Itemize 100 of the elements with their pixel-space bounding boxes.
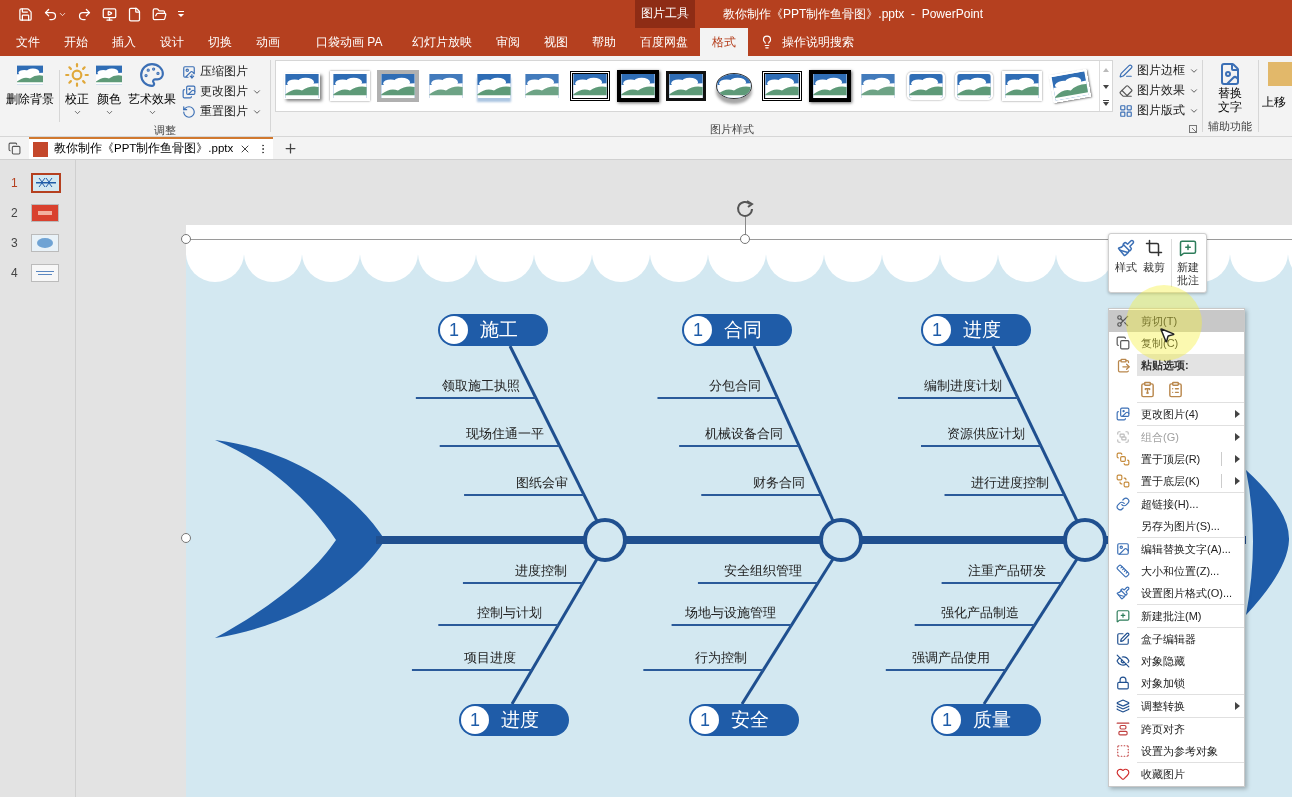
save-icon	[18, 6, 33, 22]
menu-item[interactable]: 置于底层(K)	[1109, 470, 1244, 492]
mini-toolbar-button[interactable]: 新建批注	[1171, 239, 1201, 287]
cause-label: 行为控制	[695, 649, 748, 667]
ribbon-small-button[interactable]: 更改图片	[182, 82, 263, 102]
redo-button[interactable]	[77, 6, 92, 22]
down-arrow-icon	[1102, 84, 1109, 89]
undo-button[interactable]	[43, 6, 67, 22]
layout-grid-icon	[1118, 104, 1133, 118]
cause-label: 领取施工执照	[441, 377, 520, 395]
layers-icon	[1116, 699, 1130, 713]
bring-forward-button[interactable]: 上移	[1262, 56, 1292, 136]
ribbon-tab[interactable]: 视图	[532, 28, 581, 56]
slide-thumbnail[interactable]	[31, 204, 59, 222]
cause-label: 编制进度计划	[923, 377, 1002, 395]
rotate-handle[interactable]	[735, 198, 755, 218]
menu-item[interactable]: 设置为参考对象	[1109, 740, 1244, 762]
ribbon-small-button[interactable]: 重置图片	[182, 102, 263, 122]
menu-item[interactable]: 新建批注(M)	[1109, 605, 1244, 627]
contextual-tools-label: 图片工具	[635, 0, 695, 28]
ribbon-tab[interactable]: 文件	[4, 28, 52, 56]
menu-item[interactable]: 大小和位置(Z)...	[1109, 560, 1244, 582]
new-tab-icon[interactable]	[283, 140, 299, 156]
ribbon-tab[interactable]: 口袋动画 PA	[304, 28, 395, 56]
menu-item[interactable]: 盒子编辑器	[1109, 628, 1244, 650]
slide-number: 4	[11, 265, 19, 282]
ribbon-tab[interactable]: 插入	[100, 28, 148, 56]
copy-icon	[1116, 336, 1130, 350]
resize-handle[interactable]	[181, 533, 191, 543]
link-icon	[1116, 497, 1130, 511]
ribbon-tab[interactable]: 百度网盘	[628, 28, 701, 56]
slide-thumbnail[interactable]	[31, 173, 61, 193]
ribbon-tab[interactable]: 切换	[196, 28, 244, 56]
alt-text-button[interactable]: 替换文字	[1217, 56, 1244, 118]
document-name: 教你制作《PPT制作鱼骨图》.pptx	[54, 141, 234, 157]
open-button[interactable]	[152, 6, 167, 22]
menu-item[interactable]: 对象加锁	[1109, 672, 1244, 694]
menu-item[interactable]: 跨页对齐	[1109, 718, 1244, 740]
cause-label: 项目进度	[463, 649, 516, 667]
image-icon	[1116, 542, 1130, 556]
menu-item[interactable]: 编辑替换文字(A)...	[1109, 538, 1244, 560]
slide-preview-icon	[32, 205, 58, 221]
customize-icon	[177, 10, 185, 18]
category-title: 质量	[973, 707, 1011, 732]
caret-icon	[252, 107, 263, 117]
ribbon-big-button[interactable]: 艺术效果	[128, 62, 177, 118]
ruler-icon	[1116, 564, 1130, 578]
ribbon-small-button[interactable]: 图片边框	[1118, 61, 1199, 81]
ribbon-tab[interactable]: 帮助	[580, 28, 629, 56]
menu-item[interactable]: 调整转换	[1109, 695, 1244, 717]
new-file-button[interactable]	[127, 6, 142, 22]
resize-handle[interactable]	[181, 234, 191, 244]
ribbon-tab[interactable]: 开始	[52, 28, 100, 56]
comment-plus-icon	[1179, 239, 1198, 257]
cause-label: 进度控制	[514, 562, 567, 580]
category-title: 安全	[731, 707, 769, 732]
ribbon-tab[interactable]: 格式	[700, 28, 749, 56]
ribbon-tab[interactable]: 审阅	[484, 28, 533, 56]
group-label: 图片样式	[708, 122, 755, 137]
cause-label: 控制与计划	[477, 604, 543, 622]
menu-item[interactable]: 设置图片格式(O)...	[1109, 582, 1244, 604]
mini-toolbar-button[interactable]: 样式	[1115, 239, 1137, 274]
ribbon-tab[interactable]: 设计	[148, 28, 196, 56]
customize-toolbar-button[interactable]	[177, 10, 185, 18]
ribbon-tab[interactable]: 幻灯片放映	[400, 28, 485, 56]
bring-front-icon	[1116, 452, 1130, 466]
slide-thumbnail[interactable]	[31, 264, 59, 282]
ribbon-big-button[interactable]: 校正	[64, 62, 91, 118]
landscape-icon	[1051, 71, 1089, 101]
landscape-icon	[332, 74, 367, 98]
menu-item[interactable]: 更改图片(4)	[1109, 403, 1244, 425]
save-button[interactable]	[18, 6, 33, 22]
menu-item[interactable]: 另存为图片(S)...	[1109, 515, 1244, 537]
resize-handle[interactable]	[740, 234, 750, 244]
mini-toolbar-button[interactable]: 裁剪	[1143, 239, 1165, 274]
ribbon-tab[interactable]: 动画	[244, 28, 292, 56]
submenu-arrow-icon	[1234, 702, 1240, 710]
landscape-icon	[764, 74, 799, 98]
ribbon-big-button[interactable]: 颜色	[96, 62, 123, 118]
copy-icon[interactable]	[8, 141, 21, 155]
remove-background-button[interactable]: 删除背景	[5, 62, 54, 109]
window-title: 教你制作《PPT制作鱼骨图》.pptx - PowerPoint	[723, 6, 984, 23]
landscape-icon	[524, 74, 559, 98]
menu-item[interactable]: 超链接(H)...	[1109, 493, 1244, 515]
ribbon-small-button[interactable]: 压缩图片	[182, 62, 263, 82]
ribbon-small-button[interactable]: 图片版式	[1118, 101, 1199, 121]
landscape-icon	[908, 74, 943, 98]
tell-me-search[interactable]: 操作说明搜索	[748, 28, 867, 56]
menu-item[interactable]: 对象隐藏	[1109, 650, 1244, 672]
menu-item[interactable]: 收藏图片	[1109, 763, 1244, 785]
dialog-launcher-icon[interactable]	[1188, 125, 1197, 134]
slideshow-button[interactable]	[102, 6, 117, 22]
ribbon-small-button[interactable]: 图片效果	[1118, 81, 1199, 101]
images-icon	[182, 85, 197, 99]
heart-icon	[1116, 767, 1130, 781]
slide-thumbnail[interactable]	[31, 234, 59, 252]
landscape-icon	[428, 74, 463, 98]
document-tab[interactable]: 教你制作《PPT制作鱼骨图》.pptx	[29, 137, 274, 159]
undo-icon	[43, 6, 58, 22]
menu-item[interactable]: 置于顶层(R)	[1109, 448, 1244, 470]
